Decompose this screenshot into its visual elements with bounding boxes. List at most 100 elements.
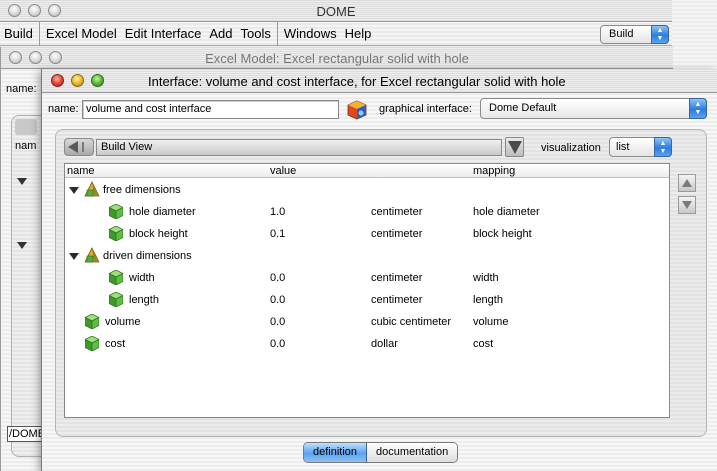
parameter-cube-icon bbox=[108, 203, 124, 222]
parameter-cube-icon bbox=[84, 335, 100, 354]
table-header: name value mapping bbox=[65, 164, 669, 178]
row-unit: centimeter bbox=[371, 294, 423, 306]
row-value[interactable]: 0.0 bbox=[270, 272, 285, 284]
menu-tools[interactable]: Tools bbox=[236, 22, 274, 46]
row-name: width bbox=[129, 272, 155, 284]
row-unit: dollar bbox=[371, 338, 398, 350]
row-mapping: cost bbox=[473, 338, 494, 350]
menu-edit-interface[interactable]: Edit Interface bbox=[121, 22, 206, 46]
row-unit: cubic centimeter bbox=[371, 316, 452, 328]
dome-window-title: DOME bbox=[316, 4, 356, 19]
tree-group-row[interactable]: driven dimensions bbox=[65, 245, 669, 267]
dome-menubar: Build Excel Model Edit Interface Add Too… bbox=[0, 21, 672, 46]
visualization-select[interactable]: list ▲ ▼ bbox=[609, 137, 672, 157]
parameter-cube-icon bbox=[84, 313, 100, 332]
zoom-window-button[interactable] bbox=[91, 74, 104, 87]
model-column-name: nam bbox=[15, 140, 37, 152]
tree-parameter-row[interactable]: volume 0.0 cubic centimeter volume bbox=[65, 311, 669, 333]
tab-documentation[interactable]: documentation bbox=[367, 443, 458, 462]
row-name: driven dimensions bbox=[103, 250, 192, 262]
graphical-interface-label: graphical interface: bbox=[379, 103, 472, 115]
interface-name-input[interactable]: volume and cost interface bbox=[82, 100, 339, 119]
graphical-interface-value: Dome Default bbox=[489, 102, 557, 114]
menu-windows[interactable]: Windows bbox=[280, 22, 341, 46]
visualization-label: visualization bbox=[541, 142, 601, 154]
expand-triangle-icon[interactable] bbox=[69, 253, 79, 260]
menu-separator bbox=[276, 21, 278, 46]
view-name-field[interactable]: Build View bbox=[96, 139, 502, 156]
filter-group-icon bbox=[83, 247, 101, 266]
row-value[interactable]: 0.0 bbox=[270, 338, 285, 350]
expand-triangle-icon[interactable] bbox=[17, 242, 27, 249]
row-name: length bbox=[129, 294, 159, 306]
scroll-up-icon bbox=[682, 179, 692, 187]
row-unit: centimeter bbox=[371, 272, 423, 284]
dropdown-triangle-icon bbox=[508, 141, 522, 154]
parameter-cube-icon bbox=[108, 291, 124, 310]
row-mapping: block height bbox=[473, 228, 532, 240]
column-header-value[interactable]: value bbox=[270, 165, 296, 177]
row-mapping: length bbox=[473, 294, 503, 306]
row-value[interactable]: 0.0 bbox=[270, 294, 285, 306]
row-mapping: volume bbox=[473, 316, 509, 328]
model-titlebar: Excel Model: Excel rectangular solid wit… bbox=[1, 47, 673, 69]
mode-select[interactable]: Build ▲ ▼ bbox=[600, 25, 669, 44]
tree-parameter-row[interactable]: length 0.0 centimeter length bbox=[65, 289, 669, 311]
tree-parameter-row[interactable]: width 0.0 centimeter width bbox=[65, 267, 669, 289]
parameter-cube-icon bbox=[108, 225, 124, 244]
row-name: volume bbox=[105, 316, 141, 328]
dome-main-window: DOME Build Excel Model Edit Interface Ad… bbox=[0, 0, 672, 46]
menu-help[interactable]: Help bbox=[341, 22, 376, 46]
updown-arrows-icon: ▲ ▼ bbox=[651, 25, 669, 44]
scroll-up-button[interactable] bbox=[678, 174, 696, 192]
row-name: hole diameter bbox=[129, 206, 196, 218]
interface-name-label: name: bbox=[48, 103, 79, 115]
interface-panel: Build View visualization list ▲ ▼ name va… bbox=[55, 129, 707, 437]
close-window-button[interactable] bbox=[51, 74, 64, 87]
row-mapping: width bbox=[473, 272, 499, 284]
model-name-label: name: bbox=[6, 83, 37, 95]
tree-parameter-row[interactable]: block height 0.1 centimeter block height bbox=[65, 223, 669, 245]
expand-triangle-icon[interactable] bbox=[17, 178, 27, 185]
row-value[interactable]: 0.0 bbox=[270, 316, 285, 328]
parameter-tree-table[interactable]: name value mapping free dimensions hole d… bbox=[64, 163, 670, 418]
back-button[interactable] bbox=[64, 138, 94, 156]
menu-excel-model[interactable]: Excel Model bbox=[42, 22, 121, 46]
row-unit: centimeter bbox=[371, 206, 423, 218]
column-header-mapping[interactable]: mapping bbox=[473, 165, 515, 177]
scroll-down-button[interactable] bbox=[678, 196, 696, 214]
scroll-down-icon bbox=[682, 201, 692, 209]
row-name: cost bbox=[105, 338, 126, 350]
tree-parameter-row[interactable]: hole diameter 1.0 centimeter hole diameter bbox=[65, 201, 669, 223]
column-header-name[interactable]: name bbox=[67, 165, 95, 177]
tree-parameter-row[interactable]: cost 0.0 dollar cost bbox=[65, 333, 669, 355]
model-status-field: /DOME bbox=[7, 426, 43, 442]
updown-arrows-icon: ▲ ▼ bbox=[654, 137, 672, 157]
interface-titlebar: Interface: volume and cost interface, fo… bbox=[42, 69, 717, 93]
back-arrow-icon bbox=[68, 141, 84, 153]
minimize-window-button[interactable] bbox=[71, 74, 84, 87]
menu-add[interactable]: Add bbox=[205, 22, 236, 46]
dome-logo-icon[interactable] bbox=[346, 99, 368, 121]
row-name: block height bbox=[129, 228, 188, 240]
row-value[interactable]: 0.1 bbox=[270, 228, 285, 240]
view-tab-bar: definition documentation bbox=[303, 442, 459, 463]
mode-select-value: Build bbox=[609, 28, 634, 40]
tab-definition[interactable]: definition bbox=[304, 443, 368, 462]
graphical-interface-select[interactable]: Dome Default ▲ ▼ bbox=[480, 98, 707, 119]
model-back-button[interactable] bbox=[15, 119, 37, 135]
row-value[interactable]: 1.0 bbox=[270, 206, 285, 218]
expand-triangle-icon[interactable] bbox=[69, 187, 79, 194]
tree-group-row[interactable]: free dimensions bbox=[65, 179, 669, 201]
updown-arrows-icon: ▲ ▼ bbox=[689, 98, 707, 119]
interface-window-title: Interface: volume and cost interface, fo… bbox=[148, 74, 566, 89]
interface-window-controls bbox=[51, 74, 104, 87]
visualization-value: list bbox=[616, 141, 630, 153]
interface-window: Interface: volume and cost interface, fo… bbox=[41, 69, 717, 471]
menu-build[interactable]: Build bbox=[0, 22, 37, 46]
dome-titlebar: DOME bbox=[0, 0, 672, 22]
model-window-title: Excel Model: Excel rectangular solid wit… bbox=[205, 51, 469, 66]
menu-separator bbox=[38, 21, 40, 46]
parameter-cube-icon bbox=[108, 269, 124, 288]
view-dropdown-button[interactable] bbox=[505, 137, 524, 157]
